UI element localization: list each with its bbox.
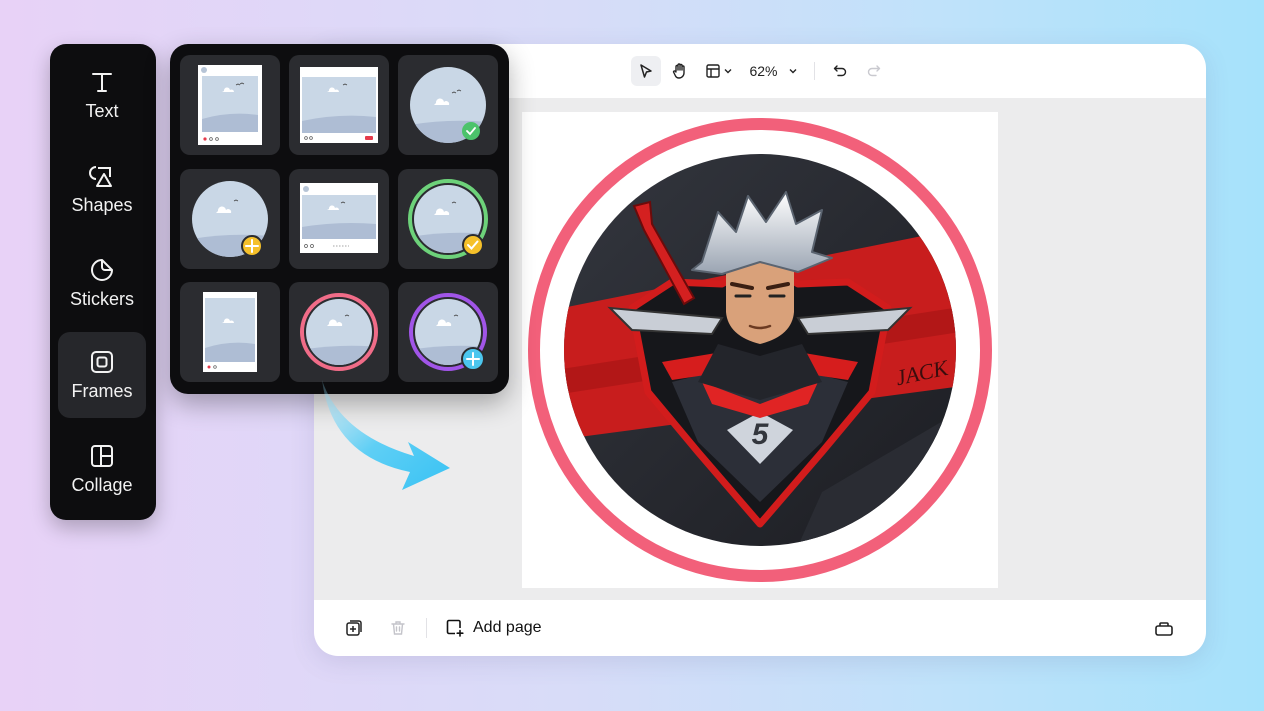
text-icon (92, 72, 112, 92)
gaming-logo-image[interactable]: 5 JACK (522, 112, 998, 588)
layout-dropdown[interactable] (699, 63, 739, 79)
collage-icon (91, 444, 113, 467)
redo-button[interactable] (859, 56, 889, 86)
frame-tile-story[interactable] (180, 282, 280, 382)
ring-frame-thumbnail (300, 293, 378, 371)
duplicate-page-icon (346, 620, 362, 636)
chevron-down-icon (724, 69, 732, 74)
frame-tile-social-post[interactable] (180, 55, 280, 155)
toolbar-divider (813, 62, 815, 80)
circle-frame-thumbnail (410, 67, 486, 143)
feed-post-frame-thumbnail (300, 183, 378, 253)
sidebar-item-text[interactable]: Text (58, 52, 146, 138)
frames-panel (170, 44, 509, 394)
frame-icon (91, 350, 113, 373)
video-post-frame-thumbnail (300, 67, 378, 143)
hand-tool-button[interactable] (665, 56, 695, 86)
redo-icon (867, 65, 880, 77)
undo-button[interactable] (825, 56, 855, 86)
sidebar-item-label: Frames (71, 380, 133, 401)
add-page-label: Add page (473, 619, 542, 636)
undo-icon (833, 65, 846, 77)
sidebar-item-stickers[interactable]: Stickers (58, 240, 146, 326)
frame-tile-circle-plus[interactable] (180, 169, 280, 269)
frame-tile-video-post[interactable] (289, 55, 389, 155)
sidebar-item-label: Text (85, 100, 119, 121)
left-tools-panel: Text Shapes Stickers Frames Collage (50, 44, 156, 520)
frame-tile-purple-ring[interactable] (398, 282, 498, 382)
sidebar-item-label: Shapes (71, 194, 133, 215)
add-page-icon (446, 619, 464, 637)
zoom-value: 62% (749, 63, 778, 79)
pointer-icon (640, 64, 653, 78)
sidebar-item-frames[interactable]: Frames (58, 332, 146, 418)
shapes-icon (89, 165, 112, 187)
canvas-page[interactable]: 5 JACK (522, 112, 998, 588)
delete-page-button[interactable] (384, 614, 412, 642)
add-page-button[interactable]: Add page (445, 618, 542, 638)
sidebar-item-label: Collage (71, 474, 133, 495)
zoom-control[interactable]: 62% (743, 63, 803, 79)
sidebar-item-collage[interactable]: Collage (58, 426, 146, 512)
circle-frame-thumbnail (192, 181, 268, 257)
ring-frame-thumbnail (408, 179, 488, 259)
story-frame-thumbnail (203, 292, 257, 372)
pages-panel-icon (1155, 622, 1173, 636)
bottom-divider (426, 618, 427, 638)
frame-tile-circle-verified[interactable] (398, 55, 498, 155)
logo-emblem: 5 (752, 418, 770, 451)
frame-tile-feed-post[interactable] (289, 169, 389, 269)
curved-arrow-icon (322, 380, 450, 490)
sidebar-item-shapes[interactable]: Shapes (58, 146, 146, 232)
social-post-frame-thumbnail (198, 65, 262, 145)
ring-frame-thumbnail (409, 293, 487, 371)
layout-icon (706, 64, 721, 78)
chevron-down-icon (789, 69, 797, 74)
frame-tile-green-ring[interactable] (398, 169, 498, 269)
duplicate-page-button[interactable] (340, 614, 368, 642)
hand-icon (673, 63, 686, 79)
sticker-icon (91, 258, 113, 281)
frame-tile-pink-ring[interactable] (289, 282, 389, 382)
pointer-tool-button[interactable] (631, 56, 662, 86)
delete-page-icon (391, 621, 405, 635)
verified-badge-icon (462, 122, 480, 140)
sidebar-item-label: Stickers (69, 288, 134, 309)
pages-panel-button[interactable] (1150, 614, 1178, 642)
bottom-bar: Add page (314, 600, 1206, 656)
